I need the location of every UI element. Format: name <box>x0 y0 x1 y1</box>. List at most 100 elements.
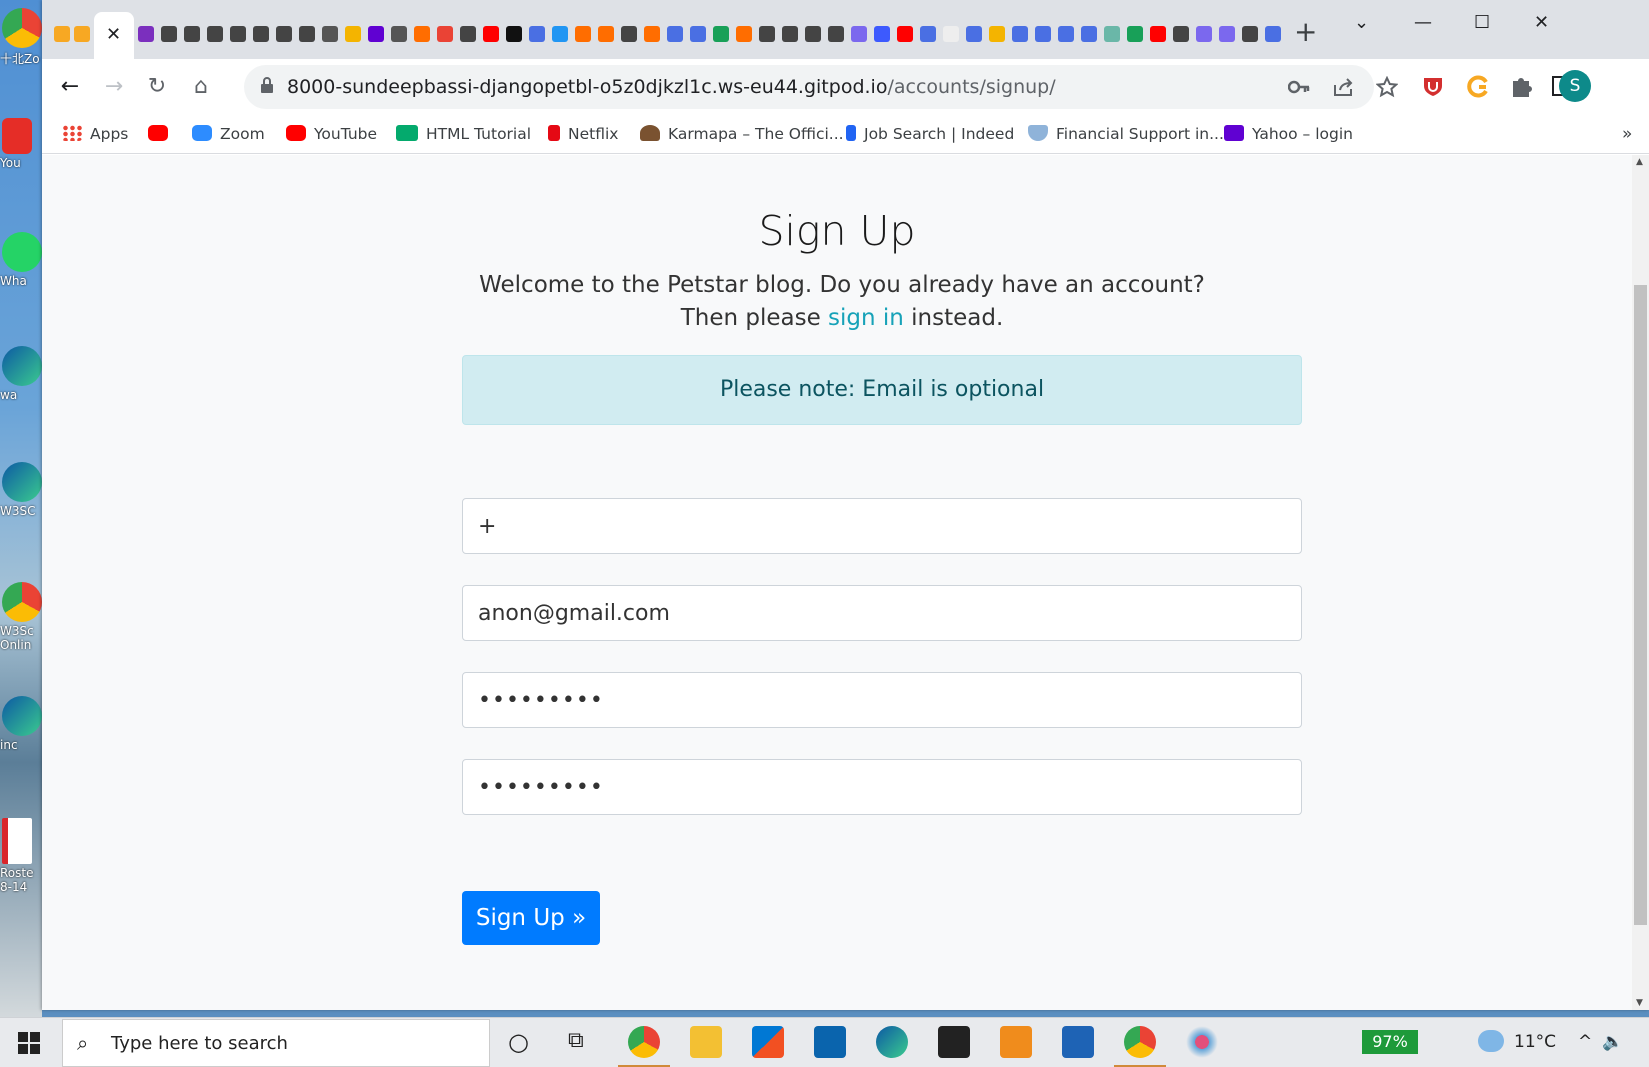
pinned-tab-favicon[interactable] <box>943 26 959 42</box>
pinned-tab-favicon[interactable] <box>552 26 568 42</box>
back-button[interactable]: ← <box>55 72 85 102</box>
bookmark-karmapa[interactable]: Karmapa – The Offici... <box>640 123 844 145</box>
tray-chevron-up-icon[interactable]: ^ <box>1578 1032 1592 1052</box>
pinned-tab-favicon[interactable] <box>1081 26 1097 42</box>
star-icon[interactable] <box>1376 76 1398 98</box>
weather-temperature[interactable]: 11°C <box>1514 1032 1556 1052</box>
desktop-icon-edge-2[interactable]: W3SC <box>0 462 42 518</box>
forward-button[interactable]: → <box>99 72 129 102</box>
pinned-tab-favicon[interactable] <box>460 26 476 42</box>
task-view-icon[interactable]: ⧉ <box>568 1028 584 1053</box>
pinned-tab-favicon[interactable] <box>1196 26 1212 42</box>
volume-icon[interactable]: 🔈 <box>1602 1032 1623 1052</box>
pinned-tab-favicon[interactable] <box>414 26 430 42</box>
pinned-tab-favicon[interactable] <box>299 26 315 42</box>
taskbar-photos-icon[interactable] <box>1062 1026 1094 1058</box>
pinned-tab-favicon[interactable] <box>437 26 453 42</box>
tab-search-icon[interactable]: ⌄ <box>1354 12 1369 33</box>
pinned-tab-favicon[interactable] <box>161 26 177 42</box>
pinned-tab-favicon[interactable] <box>851 26 867 42</box>
scroll-down-arrow-icon[interactable]: ▼ <box>1636 998 1643 1008</box>
pinned-tab-favicon[interactable] <box>1012 26 1028 42</box>
sign-up-button[interactable]: Sign Up » <box>462 891 600 945</box>
pinned-tab-favicon[interactable] <box>1127 26 1143 42</box>
pinned-tab-favicon[interactable] <box>782 26 798 42</box>
bookmark-apps[interactable]: Apps <box>62 123 128 145</box>
windows-start-icon[interactable] <box>18 1032 40 1054</box>
password-confirm-input[interactable] <box>462 759 1302 815</box>
new-tab-button[interactable]: + <box>1294 18 1317 46</box>
address-bar[interactable]: 8000-sundeepbassi-djangopetbl-o5z0djkzl1… <box>244 65 1398 109</box>
pinned-tab-favicon[interactable] <box>322 26 338 42</box>
pinned-tab-favicon[interactable] <box>276 26 292 42</box>
pinned-tab-favicon[interactable] <box>667 26 683 42</box>
desktop-icon-edge-3[interactable]: inc <box>0 696 42 752</box>
desktop-icon-edge-1[interactable]: wa <box>0 346 42 402</box>
pinned-tab-favicon[interactable] <box>1035 26 1051 42</box>
password-input[interactable] <box>462 672 1302 728</box>
pinned-tab-favicon[interactable] <box>989 26 1005 42</box>
scrollbar-thumb[interactable] <box>1634 285 1647 925</box>
pinned-tab-favicon[interactable] <box>1265 26 1281 42</box>
pinned-tab-favicon[interactable] <box>1219 26 1235 42</box>
taskbar-file-explorer-icon[interactable] <box>690 1026 722 1058</box>
battery-indicator[interactable]: 97% <box>1362 1030 1418 1054</box>
taskbar-chrome-icon[interactable] <box>618 1026 670 1067</box>
pinned-tab-favicon[interactable] <box>621 26 637 42</box>
taskbar-chrome-icon-2[interactable] <box>1114 1026 1166 1067</box>
pinned-tab-favicon[interactable] <box>138 26 154 42</box>
pinned-tab-favicon[interactable] <box>759 26 775 42</box>
pinned-tab-favicon[interactable] <box>253 26 269 42</box>
email-input[interactable] <box>462 585 1302 641</box>
desktop-icon-whatsapp[interactable]: Wha <box>0 232 42 288</box>
pinned-tab-favicon[interactable] <box>529 26 545 42</box>
pinned-tab-favicon[interactable] <box>1058 26 1074 42</box>
pinned-tab-favicon[interactable] <box>644 26 660 42</box>
bookmarks-overflow-button[interactable]: » <box>1622 123 1632 145</box>
taskbar-mail-icon[interactable] <box>814 1026 846 1058</box>
bookmark-youtube[interactable]: YouTube <box>286 123 377 145</box>
profile-avatar[interactable]: S <box>1559 70 1591 102</box>
bookmark-html-tutorial[interactable]: HTML Tutorial <box>396 123 531 145</box>
close-window-button[interactable]: ✕ <box>1534 12 1549 33</box>
pinned-tab-favicon[interactable] <box>713 26 729 42</box>
taskbar-sublime-icon[interactable] <box>1000 1026 1032 1058</box>
pinned-tab-favicon[interactable] <box>230 26 246 42</box>
bookmark-netflix[interactable]: Netflix <box>548 123 618 145</box>
bookmark-youtube-icon-only[interactable] <box>148 123 176 145</box>
bookmark-indeed[interactable]: Job Search | Indeed <box>846 123 1014 145</box>
scroll-up-arrow-icon[interactable]: ▲ <box>1636 157 1643 167</box>
pinned-tab-favicon[interactable] <box>184 26 200 42</box>
pinned-tab-favicon[interactable] <box>1104 26 1120 42</box>
pinned-tab-favicon[interactable] <box>920 26 936 42</box>
taskbar-terminal-icon[interactable] <box>938 1026 970 1058</box>
taskbar-store-icon[interactable] <box>752 1026 784 1058</box>
pinned-tab-favicon[interactable] <box>345 26 361 42</box>
pinned-tab-favicon[interactable] <box>736 26 752 42</box>
home-button[interactable]: ⌂ <box>186 72 216 102</box>
bookmark-yahoo[interactable]: Yahoo – login <box>1224 123 1353 145</box>
minimize-button[interactable]: — <box>1414 12 1432 33</box>
weather-cloud-icon[interactable] <box>1478 1030 1504 1052</box>
pinned-tab-favicon[interactable] <box>1150 26 1166 42</box>
pinned-tab-favicon[interactable] <box>966 26 982 42</box>
page-scrollbar[interactable]: ▲ ▼ <box>1632 155 1649 1010</box>
reload-button[interactable]: ↻ <box>142 72 172 102</box>
desktop-icon-chrome-2[interactable]: W3Sc Onlin <box>0 582 42 652</box>
pinned-tab-favicon[interactable] <box>1242 26 1258 42</box>
username-input[interactable] <box>462 498 1302 554</box>
pinned-tab-favicon[interactable] <box>1173 26 1189 42</box>
bookmark-zoom[interactable]: Zoom <box>192 123 265 145</box>
pinned-tab-favicon[interactable] <box>690 26 706 42</box>
pinned-tab-favicon[interactable] <box>805 26 821 42</box>
url-text[interactable]: 8000-sundeepbassi-djangopetbl-o5z0djkzl1… <box>287 76 1056 98</box>
taskbar-snipping-icon[interactable] <box>1186 1026 1218 1058</box>
active-tab[interactable]: ✕ <box>94 12 134 59</box>
pinned-tab-favicon[interactable] <box>506 26 522 42</box>
pinned-tab-favicon[interactable] <box>368 26 384 42</box>
taskbar-edge-icon[interactable] <box>876 1026 908 1058</box>
pinned-tab-favicon[interactable] <box>575 26 591 42</box>
share-icon[interactable] <box>1332 77 1354 97</box>
key-icon[interactable] <box>1288 79 1310 95</box>
desktop-icon-chrome[interactable]: 十北Zo 王曉琦 <box>0 8 42 67</box>
